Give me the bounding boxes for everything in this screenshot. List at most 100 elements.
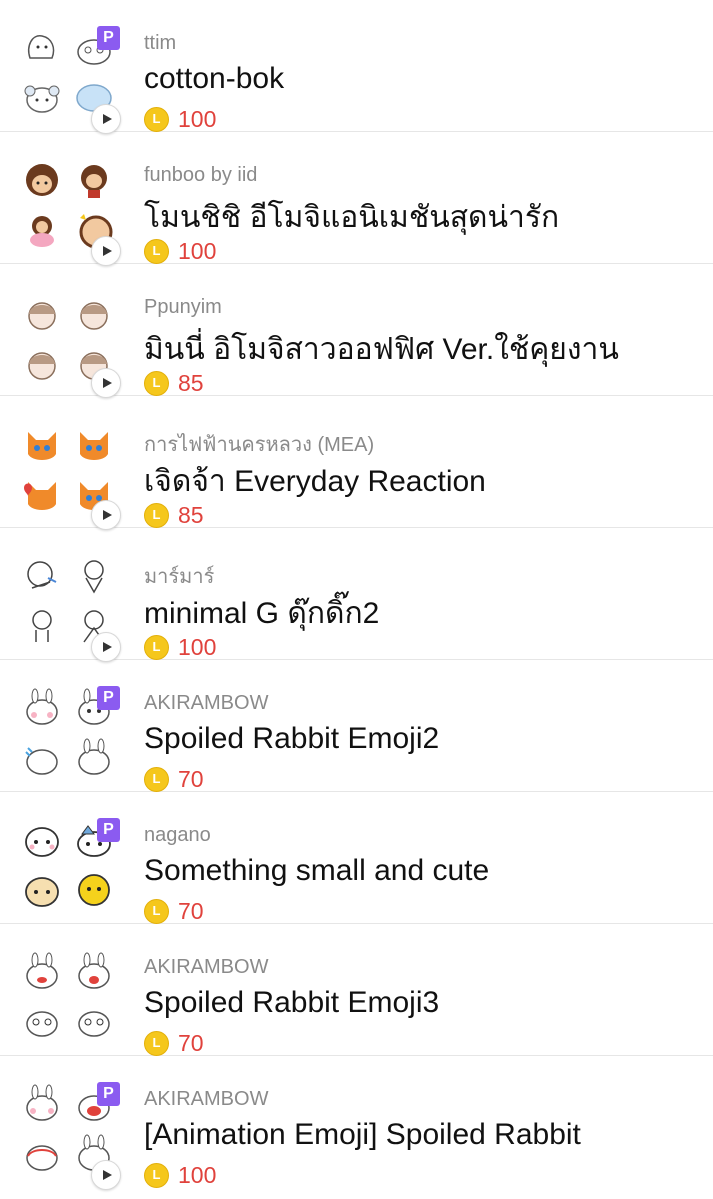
sticker-icon bbox=[74, 738, 114, 778]
pack-title: Spoiled Rabbit Emoji2 bbox=[144, 722, 440, 755]
premium-badge: P bbox=[97, 1082, 120, 1106]
emoji-pack-thumbnail: P bbox=[22, 818, 126, 924]
pack-title: cotton-bok bbox=[144, 62, 285, 95]
price-value: 100 bbox=[178, 105, 217, 132]
author-name: Ppunyim bbox=[144, 296, 222, 318]
list-item[interactable]: Ppunyim มินนี่ อิโมจิสาวออฟฟิศ Ver.ใช้คุ… bbox=[0, 264, 713, 398]
author-name: AKIRAMBOW bbox=[144, 956, 269, 978]
sticker-icon bbox=[74, 160, 114, 200]
list-item[interactable]: P AKIRAMBOW [Animation Emoji] Spoiled Ra… bbox=[0, 1056, 713, 1190]
line-coin-icon: L bbox=[144, 766, 169, 792]
play-icon[interactable] bbox=[91, 500, 121, 530]
sticker-icon bbox=[22, 820, 62, 860]
emoji-pack-thumbnail bbox=[22, 952, 126, 1056]
sticker-icon bbox=[22, 28, 62, 68]
sticker-icon bbox=[22, 870, 62, 910]
premium-badge: P bbox=[97, 686, 120, 710]
price: L 100 bbox=[144, 237, 216, 265]
list-item[interactable]: การไฟฟ้านครหลวง (MEA) เจิดจ้า Everyday R… bbox=[0, 396, 713, 530]
sticker-icon bbox=[22, 474, 62, 514]
play-icon[interactable] bbox=[91, 1160, 121, 1190]
premium-badge: P bbox=[97, 26, 120, 50]
sticker-icon bbox=[22, 78, 62, 118]
author-name: AKIRAMBOW bbox=[144, 692, 269, 714]
price: L 100 bbox=[144, 105, 216, 133]
premium-badge: P bbox=[97, 818, 120, 842]
sticker-icon bbox=[22, 292, 62, 332]
line-coin-icon: L bbox=[144, 370, 169, 396]
pack-title: โมนชิชิ อีโมจิแอนิเมชันสุดน่ารัก bbox=[144, 201, 560, 234]
author-name: funboo by iid bbox=[144, 164, 258, 186]
author-name: มาร์มาร์ bbox=[144, 566, 215, 588]
line-coin-icon: L bbox=[144, 1030, 169, 1056]
emoji-pack-thumbnail: P bbox=[22, 686, 126, 792]
sticker-icon bbox=[22, 342, 62, 382]
list-item[interactable]: funboo by iid โมนชิชิ อีโมจิแอนิเมชันสุด… bbox=[0, 132, 713, 266]
emoji-pack-thumbnail bbox=[22, 424, 126, 530]
emoji-list: P ttim cotton-bok L 100 funboo by iid โม… bbox=[0, 0, 713, 1190]
pack-title: มินนี่ อิโมจิสาวออฟฟิศ Ver.ใช้คุยงาน bbox=[144, 333, 619, 366]
price-value: 100 bbox=[178, 237, 217, 264]
sticker-icon bbox=[74, 952, 114, 992]
price-value: 85 bbox=[178, 369, 204, 396]
line-coin-icon: L bbox=[144, 898, 169, 924]
sticker-icon bbox=[22, 688, 62, 728]
list-item[interactable]: มาร์มาร์ minimal G ดุ๊กดิ๊ก2 L 100 bbox=[0, 528, 713, 662]
pack-title: Spoiled Rabbit Emoji3 bbox=[144, 986, 440, 1019]
price: L 100 bbox=[144, 633, 216, 661]
sticker-icon bbox=[22, 1002, 62, 1042]
list-item[interactable]: AKIRAMBOW Spoiled Rabbit Emoji3 L 70 bbox=[0, 924, 713, 1056]
emoji-pack-thumbnail: P bbox=[22, 26, 126, 134]
price: L 85 bbox=[144, 369, 204, 397]
author-name: การไฟฟ้านครหลวง (MEA) bbox=[144, 434, 375, 456]
pack-title: เจิดจ้า Everyday Reaction bbox=[144, 465, 486, 498]
price: L 70 bbox=[144, 1029, 204, 1057]
sticker-icon bbox=[22, 210, 62, 250]
pack-title: [Animation Emoji] Spoiled Rabbit bbox=[144, 1118, 581, 1151]
price-value: 70 bbox=[178, 897, 204, 924]
sticker-icon bbox=[74, 292, 114, 332]
emoji-pack-thumbnail bbox=[22, 556, 126, 662]
author-name: AKIRAMBOW bbox=[144, 1088, 269, 1110]
sticker-icon bbox=[22, 556, 62, 596]
author-name: ttim bbox=[144, 32, 177, 54]
sticker-icon bbox=[22, 160, 62, 200]
line-coin-icon: L bbox=[144, 1162, 169, 1188]
play-icon[interactable] bbox=[91, 368, 121, 398]
price: L 70 bbox=[144, 897, 204, 925]
sticker-icon bbox=[22, 952, 62, 992]
list-item[interactable]: P nagano Something small and cute L 70 bbox=[0, 792, 713, 924]
emoji-pack-thumbnail bbox=[22, 160, 126, 266]
sticker-icon bbox=[22, 1084, 62, 1124]
price-value: 100 bbox=[178, 633, 217, 660]
sticker-icon bbox=[74, 1002, 114, 1042]
price-value: 85 bbox=[178, 501, 204, 528]
price-value: 70 bbox=[178, 765, 204, 792]
author-name: nagano bbox=[144, 824, 211, 846]
play-icon[interactable] bbox=[91, 236, 121, 266]
list-item[interactable]: P AKIRAMBOW Spoiled Rabbit Emoji2 L 70 bbox=[0, 660, 713, 792]
pack-title: minimal G ดุ๊กดิ๊ก2 bbox=[144, 597, 380, 630]
price-value: 70 bbox=[178, 1029, 204, 1056]
line-coin-icon: L bbox=[144, 502, 169, 528]
emoji-pack-thumbnail bbox=[22, 292, 126, 398]
price: L 70 bbox=[144, 765, 204, 793]
sticker-icon bbox=[74, 424, 114, 464]
price: L 85 bbox=[144, 501, 204, 529]
emoji-pack-thumbnail: P bbox=[22, 1082, 126, 1190]
price: L 100 bbox=[144, 1161, 216, 1189]
sticker-icon bbox=[22, 606, 62, 646]
sticker-icon bbox=[22, 738, 62, 778]
line-coin-icon: L bbox=[144, 238, 169, 264]
sticker-icon bbox=[22, 1134, 62, 1174]
line-coin-icon: L bbox=[144, 106, 169, 132]
play-icon[interactable] bbox=[91, 104, 121, 134]
sticker-icon bbox=[74, 556, 114, 596]
sticker-icon bbox=[74, 870, 114, 910]
sticker-icon bbox=[22, 424, 62, 464]
list-item[interactable]: P ttim cotton-bok L 100 bbox=[0, 0, 713, 134]
pack-title: Something small and cute bbox=[144, 854, 490, 887]
price-value: 100 bbox=[178, 1161, 217, 1188]
play-icon[interactable] bbox=[91, 632, 121, 662]
line-coin-icon: L bbox=[144, 634, 169, 660]
